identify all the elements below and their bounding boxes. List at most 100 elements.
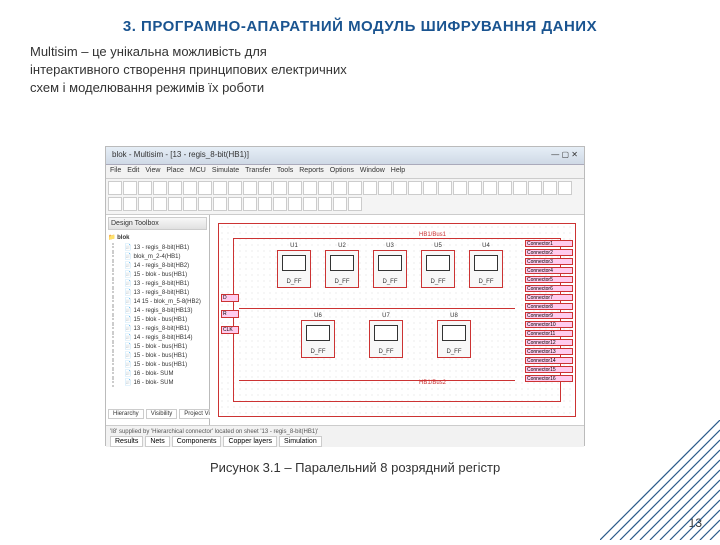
window-titlebar: blok - Multisim - [13 - regis_8-bit(HB1)… bbox=[106, 147, 584, 165]
menu-item: MCU bbox=[190, 167, 206, 176]
tree-tab: Project View bbox=[179, 409, 210, 419]
toolbar-button bbox=[123, 197, 137, 211]
toolbar-button bbox=[288, 197, 302, 211]
tree-item: 14 - regis_8-bit(HB14) bbox=[112, 333, 207, 342]
flip-flop-chip: U8D_FF bbox=[437, 320, 471, 358]
toolbar-button bbox=[408, 181, 422, 195]
toolbar-button bbox=[468, 181, 482, 195]
toolbar-button bbox=[138, 197, 152, 211]
toolbar-button bbox=[318, 181, 332, 195]
menu-item: Window bbox=[360, 167, 385, 176]
input-pin: CLK bbox=[221, 326, 239, 334]
multisim-screenshot: blok - Multisim - [13 - regis_8-bit(HB1)… bbox=[105, 146, 585, 446]
flip-flop-chip: U4D_FF bbox=[469, 250, 503, 288]
toolbar-button bbox=[138, 181, 152, 195]
toolbar-button bbox=[258, 181, 272, 195]
connector-pin: Connector16 bbox=[525, 375, 573, 382]
flip-flop-chip: U5D_FF bbox=[421, 250, 455, 288]
toolbar-button bbox=[273, 181, 287, 195]
toolbar-button bbox=[393, 181, 407, 195]
page-number: 13 bbox=[689, 516, 702, 530]
flip-flop-chip: U6D_FF bbox=[301, 320, 335, 358]
tree-root: 📁 blok bbox=[108, 232, 207, 243]
connector-pin: Connector3 bbox=[525, 258, 573, 265]
figure-caption: Рисунок 3.1 – Паралельний 8 розрядний ре… bbox=[210, 456, 500, 479]
tree-item: 14 - regis_8-bit(HB2) bbox=[112, 261, 207, 270]
toolbar-button bbox=[228, 197, 242, 211]
toolbar-button bbox=[483, 181, 497, 195]
menu-item: Options bbox=[330, 167, 354, 176]
toolbar-button bbox=[168, 197, 182, 211]
input-pin: R bbox=[221, 310, 239, 318]
toolbar-button bbox=[243, 181, 257, 195]
connector-pin: Connector2 bbox=[525, 249, 573, 256]
bus-label: HB1/Bus1 bbox=[419, 232, 446, 238]
toolbar-button bbox=[378, 181, 392, 195]
toolbar-button bbox=[243, 197, 257, 211]
tree-item: 14 15 - blok_m_5-8(HB2) bbox=[112, 297, 207, 306]
status-area: 'I8' supplied by 'Hierarchical connector… bbox=[106, 425, 584, 447]
tree-item: 15 - blok - bus(HB1) bbox=[112, 342, 207, 351]
bottom-tab: Copper layers bbox=[223, 436, 277, 447]
flip-flop-chip: U1D_FF bbox=[277, 250, 311, 288]
toolbar-button bbox=[198, 197, 212, 211]
tree-item: 15 - blok - bus(HB1) bbox=[112, 315, 207, 324]
connector-pin: Connector12 bbox=[525, 339, 573, 346]
toolbar-button bbox=[318, 197, 332, 211]
slide-title: 3. ПРОГРАМНО-АПАРАТНИЙ МОДУЛЬ ШИФРУВАННЯ… bbox=[0, 0, 720, 43]
tree-item: 13 - regis_8-bit(HB1) bbox=[112, 243, 207, 252]
connector-pin: Connector10 bbox=[525, 321, 573, 328]
toolbar-button bbox=[168, 181, 182, 195]
connector-pin: Connector1 bbox=[525, 240, 573, 247]
toolbar-button bbox=[228, 181, 242, 195]
status-message: 'I8' supplied by 'Hierarchical connector… bbox=[110, 428, 580, 436]
toolbar-button bbox=[303, 197, 317, 211]
input-pin: D bbox=[221, 294, 239, 302]
tree-header: Design Toolbox bbox=[108, 217, 207, 230]
menu-item: Place bbox=[166, 167, 184, 176]
toolbar-button bbox=[498, 181, 512, 195]
tree-tab: Hierarchy bbox=[108, 409, 144, 419]
toolbar-button bbox=[423, 181, 437, 195]
toolbar-button bbox=[348, 181, 362, 195]
tree-item: 15 - blok - bus(HB1) bbox=[112, 270, 207, 279]
schematic-canvas: U1D_FFU2D_FFU3D_FFU5D_FFU4D_FFU6D_FFU7D_… bbox=[210, 215, 584, 425]
toolbar-button bbox=[258, 197, 272, 211]
flip-flop-chip: U3D_FF bbox=[373, 250, 407, 288]
tree-tab: Visibility bbox=[146, 409, 178, 419]
toolbar-button bbox=[438, 181, 452, 195]
toolbar-button bbox=[513, 181, 527, 195]
connector-pin: Connector8 bbox=[525, 303, 573, 310]
bus-label: HB1/Bus2 bbox=[419, 380, 446, 386]
bottom-tab: Nets bbox=[145, 436, 169, 447]
bottom-tab: Results bbox=[110, 436, 143, 447]
menu-item: Transfer bbox=[245, 167, 271, 176]
window-controls: — ▢ ✕ bbox=[551, 150, 578, 161]
bottom-tab: Components bbox=[172, 436, 222, 447]
toolbar-button bbox=[108, 181, 122, 195]
connector-pin: Connector6 bbox=[525, 285, 573, 292]
toolbar-button bbox=[558, 181, 572, 195]
toolbar-button bbox=[333, 197, 347, 211]
menu-item: Help bbox=[391, 167, 405, 176]
toolbar-button bbox=[288, 181, 302, 195]
connector-pin: Connector14 bbox=[525, 357, 573, 364]
toolbar bbox=[106, 179, 584, 215]
schematic-grid: U1D_FFU2D_FFU3D_FFU5D_FFU4D_FFU6D_FFU7D_… bbox=[218, 223, 576, 417]
toolbar-button bbox=[333, 181, 347, 195]
tree-item: 13 - regis_8-bit(HB1) bbox=[112, 279, 207, 288]
connector-pin: Connector9 bbox=[525, 312, 573, 319]
toolbar-button bbox=[198, 181, 212, 195]
toolbar-button bbox=[213, 197, 227, 211]
toolbar-button bbox=[153, 197, 167, 211]
connector-pin: Connector13 bbox=[525, 348, 573, 355]
toolbar-button bbox=[183, 197, 197, 211]
tree-item: blok_m_2-4(HB1) bbox=[112, 252, 207, 261]
flip-flop-chip: U2D_FF bbox=[325, 250, 359, 288]
menu-bar: FileEditViewPlaceMCUSimulateTransferTool… bbox=[106, 165, 584, 179]
tree-item: 14 - regis_8-bit(HB13) bbox=[112, 306, 207, 315]
toolbar-button bbox=[153, 181, 167, 195]
window-title-text: blok - Multisim - [13 - regis_8-bit(HB1)… bbox=[112, 150, 249, 161]
menu-item: Reports bbox=[299, 167, 324, 176]
connector-pin: Connector7 bbox=[525, 294, 573, 301]
